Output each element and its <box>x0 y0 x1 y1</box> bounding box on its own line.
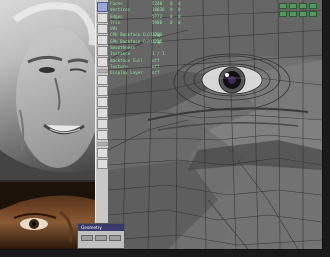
rotate-tool-icon[interactable] <box>97 35 108 45</box>
shaded-toggle-icon[interactable] <box>289 3 297 9</box>
outliner-layout-icon[interactable] <box>97 108 108 118</box>
perspective-view-icon[interactable] <box>97 148 108 158</box>
scale-tool-icon[interactable] <box>97 46 108 56</box>
geometry-panel-title[interactable]: Geometry <box>78 224 124 231</box>
hud-label: Display Layer <box>110 70 143 76</box>
hud-col <box>178 70 186 76</box>
hud-col <box>170 70 178 76</box>
four-view-layout-icon[interactable] <box>97 86 108 96</box>
single-view-layout-icon[interactable] <box>97 75 108 85</box>
hypershade-layout-icon[interactable] <box>97 130 108 140</box>
camera-toggle-icon[interactable] <box>309 11 317 17</box>
side-by-side-layout-icon[interactable] <box>97 97 108 107</box>
geometry-panel-buttons <box>81 235 121 241</box>
geometry-panel: Geometry <box>77 223 125 249</box>
reference-face-illustration <box>0 2 100 180</box>
geometry-button[interactable] <box>95 235 107 241</box>
texture-toggle-icon[interactable] <box>299 3 307 9</box>
toolbox-separator <box>97 69 108 73</box>
graph-layout-icon[interactable] <box>97 119 108 129</box>
manipulator-tool-icon[interactable] <box>97 57 108 67</box>
app-window: Faces 5240 0 0 Vertices 18036 0 0 Edges 5772 0 0 … <box>0 0 323 250</box>
move-tool-icon[interactable] <box>97 24 108 34</box>
hud-value: off <box>152 70 160 76</box>
poly-count-hud: Faces 5240 0 0 Vertices 18036 0 0 Edges 5772 0 0 … <box>108 0 212 78</box>
isolate-toggle-icon[interactable] <box>279 11 287 17</box>
grid-toggle-icon[interactable] <box>299 11 307 17</box>
camera-view-icon[interactable] <box>97 159 108 169</box>
3d-viewport[interactable]: Faces 5240 0 0 Vertices 18036 0 0 Edges 5772 0 0 … <box>107 0 322 249</box>
geometry-button[interactable] <box>109 235 121 241</box>
geometry-button[interactable] <box>81 235 93 241</box>
xray-toggle-icon[interactable] <box>289 11 297 17</box>
hud-row: Display Layer off <box>110 70 210 76</box>
select-tool-icon[interactable] <box>97 2 108 12</box>
lasso-tool-icon[interactable] <box>97 13 108 23</box>
reference-photo-top <box>0 0 100 180</box>
wireframe-toggle-icon[interactable] <box>279 3 287 9</box>
viewport-shelf <box>279 3 319 17</box>
lighting-toggle-icon[interactable] <box>309 3 317 9</box>
toolbox-separator <box>97 142 108 146</box>
